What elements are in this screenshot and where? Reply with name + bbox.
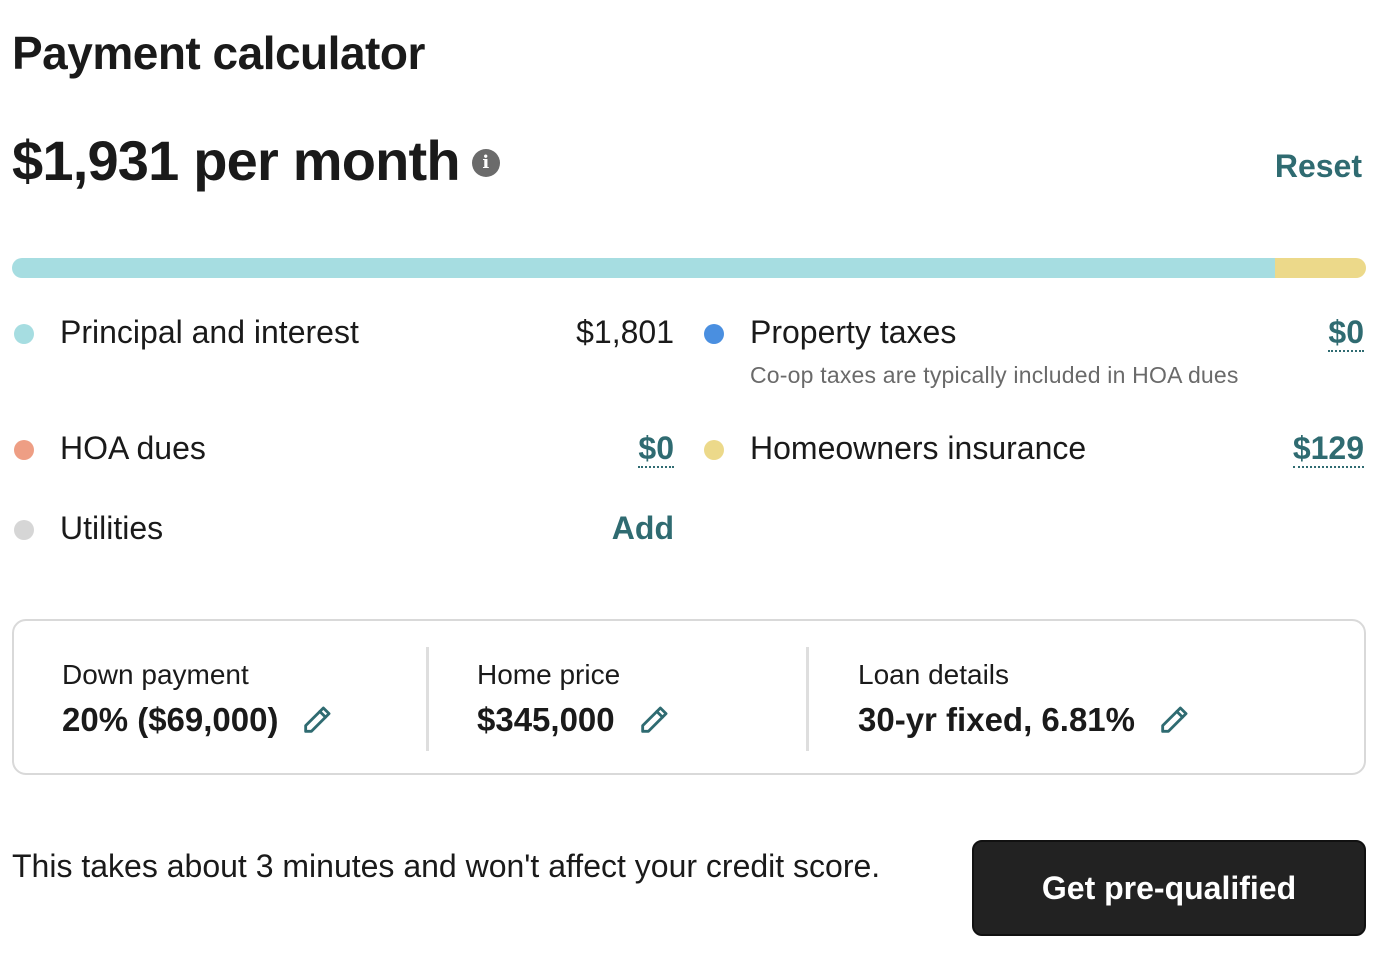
hoa-value-link[interactable]: $0 xyxy=(638,430,674,468)
down-payment-value-row: 20% ($69,000) xyxy=(62,701,334,739)
hoa-label: HOA dues xyxy=(60,430,206,466)
principal-dot xyxy=(14,324,34,344)
get-prequalified-button[interactable]: Get pre-qualified xyxy=(972,840,1366,936)
home-price-value: $345,000 xyxy=(477,701,615,738)
monthly-payment: $1,931 per month i xyxy=(12,128,500,193)
property-taxes-note: Co-op taxes are typically included in HO… xyxy=(750,362,1239,388)
loan-details-value-row: 30-yr fixed, 6.81% xyxy=(858,701,1191,739)
bar-segment-principal-and-interest xyxy=(12,258,1276,278)
loan-summary-card: Down payment 20% ($69,000) Home price $3… xyxy=(12,619,1366,775)
utilities-add-link[interactable]: Add xyxy=(612,510,674,547)
principal-value: $1,801 xyxy=(576,314,674,350)
property-taxes-dot xyxy=(704,324,724,344)
insurance-value-link[interactable]: $129 xyxy=(1292,430,1364,468)
bar-segment-homeowners-insurance xyxy=(1275,258,1366,278)
card-divider xyxy=(806,647,809,751)
insurance-label: Homeowners insurance xyxy=(750,430,1087,466)
utilities-label: Utilities xyxy=(60,510,164,546)
principal-label: Principal and interest xyxy=(60,314,359,350)
info-icon[interactable]: i xyxy=(471,148,500,177)
property-taxes-label: Property taxes xyxy=(750,314,957,350)
prequalify-disclaimer: This takes about 3 minutes and won't aff… xyxy=(12,848,881,884)
property-taxes-value-link[interactable]: $0 xyxy=(1328,314,1364,352)
down-payment-value: 20% ($69,000) xyxy=(62,701,279,738)
loan-details-label: Loan details xyxy=(858,659,1010,690)
down-payment-label: Down payment xyxy=(62,659,249,690)
pencil-icon[interactable] xyxy=(300,703,334,737)
home-price-label: Home price xyxy=(477,659,621,690)
monthly-payment-amount: $1,931 per month xyxy=(12,129,461,192)
card-divider xyxy=(426,647,429,751)
page-title: Payment calculator xyxy=(12,27,425,79)
pencil-icon[interactable] xyxy=(637,703,671,737)
home-price-value-row: $345,000 xyxy=(477,701,671,739)
insurance-dot xyxy=(704,440,724,460)
utilities-dot xyxy=(14,520,34,540)
payment-breakdown-bar xyxy=(12,258,1366,278)
loan-details-value: 30-yr fixed, 6.81% xyxy=(858,701,1135,738)
pencil-icon[interactable] xyxy=(1157,703,1191,737)
reset-button[interactable]: Reset xyxy=(1275,148,1362,185)
hoa-dot xyxy=(14,440,34,460)
